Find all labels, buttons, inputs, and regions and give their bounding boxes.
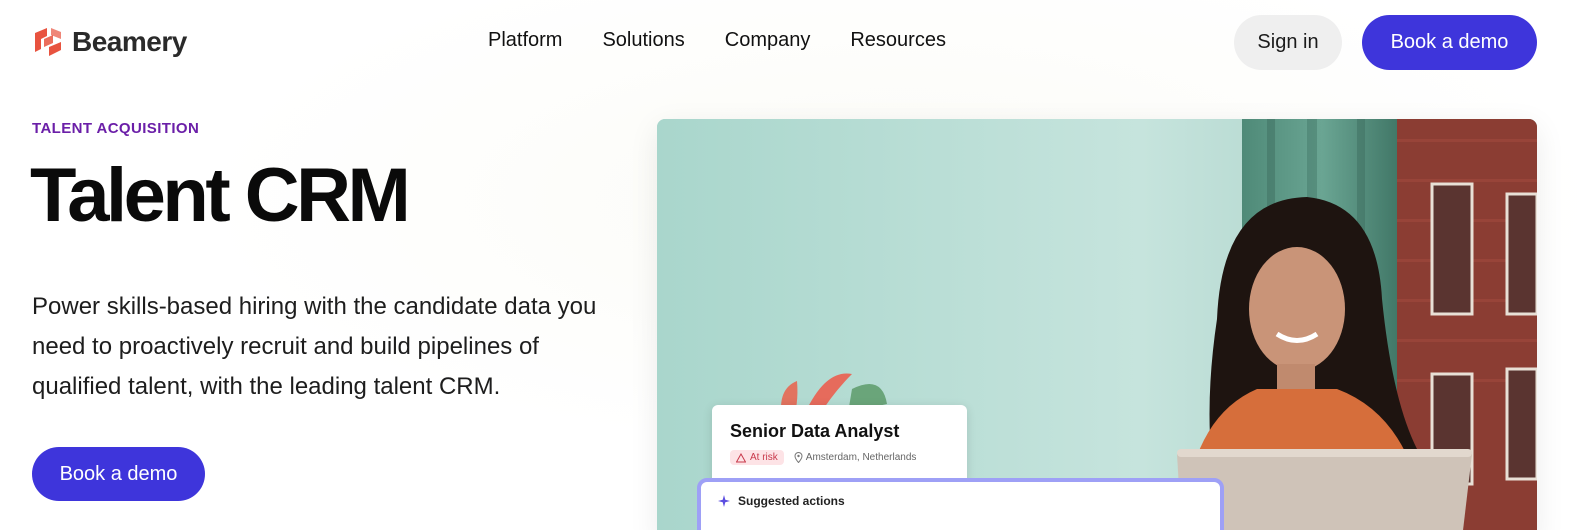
sign-in-button[interactable]: Sign in xyxy=(1234,15,1342,70)
suggested-actions-card[interactable]: Suggested actions xyxy=(697,478,1224,530)
brand-logo[interactable]: Beamery xyxy=(31,25,187,59)
menu-item-solutions[interactable]: Solutions xyxy=(602,29,684,52)
hero-eyebrow: TALENT ACQUISITION xyxy=(32,120,200,137)
main-menu: Platform Solutions Company Resources xyxy=(488,29,946,52)
menu-item-platform[interactable]: Platform xyxy=(488,29,562,52)
page: Beamery Platform Solutions Company Resou… xyxy=(0,0,1584,530)
menu-item-company[interactable]: Company xyxy=(725,29,811,52)
nav-book-demo-button[interactable]: Book a demo xyxy=(1362,15,1537,70)
warning-icon xyxy=(736,452,746,462)
job-title: Senior Data Analyst xyxy=(730,421,900,441)
top-nav: Beamery Platform Solutions Company Resou… xyxy=(0,0,1584,84)
job-card[interactable]: Senior Data Analyst At risk Amsterdam, N… xyxy=(712,405,967,485)
status-badge-label: At risk xyxy=(750,452,778,463)
job-location-label: Amsterdam, Netherlands xyxy=(805,452,917,463)
job-location: Amsterdam, Netherlands xyxy=(794,452,917,463)
suggested-actions-title: Suggested actions xyxy=(738,494,845,508)
beamery-logo-icon xyxy=(35,28,61,56)
hero-book-demo-button[interactable]: Book a demo xyxy=(32,447,205,501)
menu-item-resources[interactable]: Resources xyxy=(850,29,946,52)
sparkle-icon xyxy=(718,495,730,507)
suggested-actions-header: Suggested actions xyxy=(717,494,1204,508)
hero-description: Power skills-based hiring with the candi… xyxy=(32,293,597,400)
location-pin-icon xyxy=(794,452,803,463)
status-badge: At risk xyxy=(730,450,784,465)
job-meta: At risk Amsterdam, Netherlands xyxy=(730,450,949,465)
page-title: Talent CRM xyxy=(30,153,411,238)
brand-name: Beamery xyxy=(72,26,187,57)
